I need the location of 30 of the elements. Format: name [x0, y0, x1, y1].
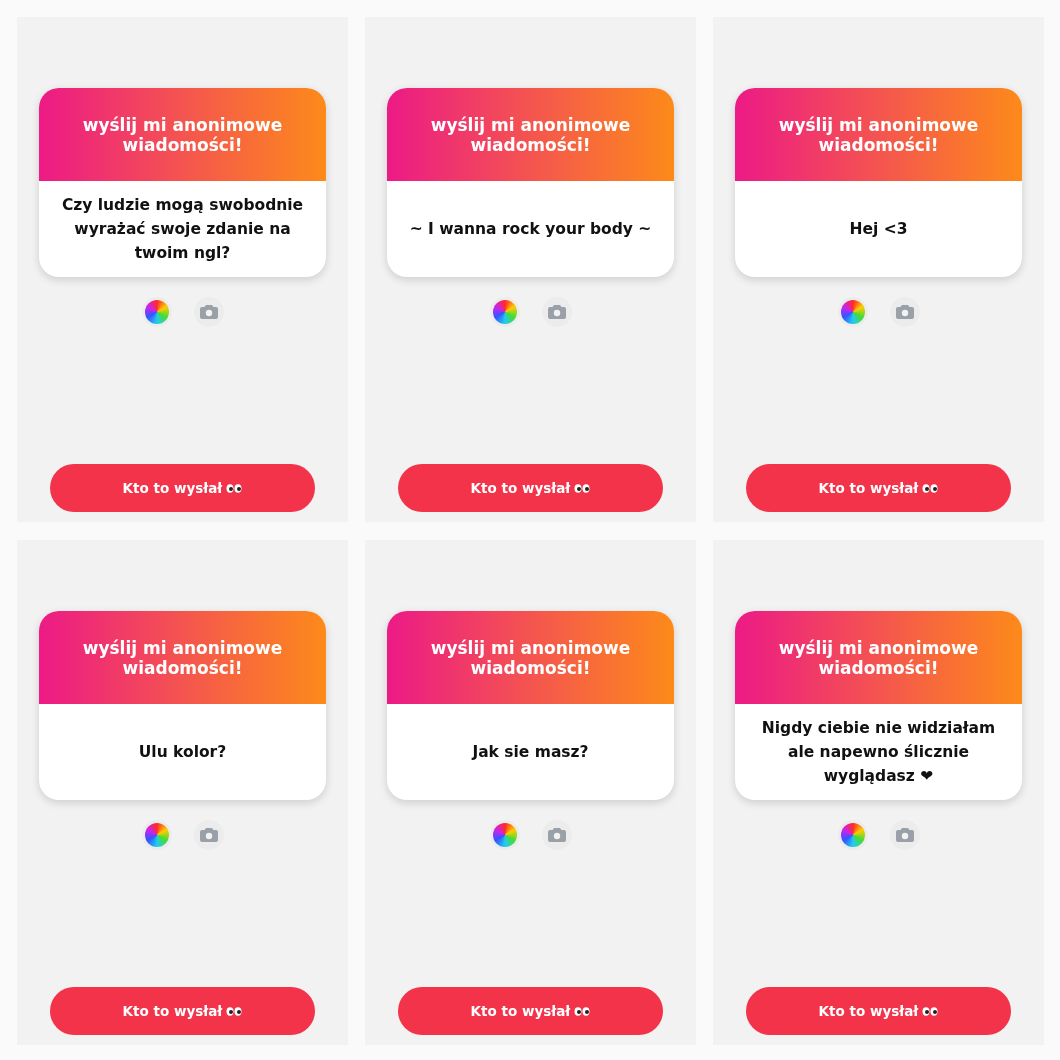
- message-text: Hej <3: [849, 219, 908, 240]
- color-wheel-icon[interactable]: [489, 297, 520, 327]
- color-wheel-icon[interactable]: [141, 820, 172, 850]
- eyes-icon: [922, 1006, 939, 1016]
- who-sent-button[interactable]: Kto to wysłał: [398, 987, 663, 1035]
- header-text: wyślij mi anonimowe wiadomości!: [777, 114, 980, 155]
- who-sent-button[interactable]: Kto to wysłał: [50, 987, 315, 1035]
- message-text: Jak sie masz?: [472, 742, 589, 763]
- header-text: wyślij mi anonimowe wiadomości!: [81, 637, 284, 678]
- message-text: Czy ludzie mogą swobodnie wyrażać swoje zdanie na twoim ngl?: [60, 195, 305, 264]
- color-wheel-icon[interactable]: [837, 820, 868, 850]
- who-sent-button[interactable]: Kto to wysłał: [746, 987, 1011, 1035]
- eyes-icon: [226, 1006, 243, 1016]
- header-text: wyślij mi anonimowe wiadomości!: [429, 637, 632, 678]
- eyes-icon: [574, 1006, 591, 1016]
- header-text: wyślij mi anonimowe wiadomości!: [429, 114, 632, 155]
- color-wheel-icon[interactable]: [141, 297, 172, 327]
- message-text: Ulu kolor?: [138, 742, 227, 763]
- header-text: wyślij mi anonimowe wiadomości!: [81, 114, 284, 155]
- color-wheel-icon[interactable]: [837, 297, 868, 327]
- eyes-icon: [922, 483, 939, 493]
- eyes-icon: [574, 483, 591, 493]
- eyes-icon: [226, 483, 243, 493]
- message-text: Nigdy ciebie nie widziałam ale napewno ślicznie wyglądasz ❤: [760, 718, 997, 787]
- who-sent-button[interactable]: Kto to wysłał: [746, 464, 1011, 512]
- who-sent-button[interactable]: Kto to wysłał: [50, 464, 315, 512]
- color-wheel-icon[interactable]: [489, 820, 520, 850]
- who-sent-button[interactable]: Kto to wysłał: [398, 464, 663, 512]
- message-text: ~ I wanna rock your body ~: [409, 219, 652, 240]
- header-text: wyślij mi anonimowe wiadomości!: [777, 637, 980, 678]
